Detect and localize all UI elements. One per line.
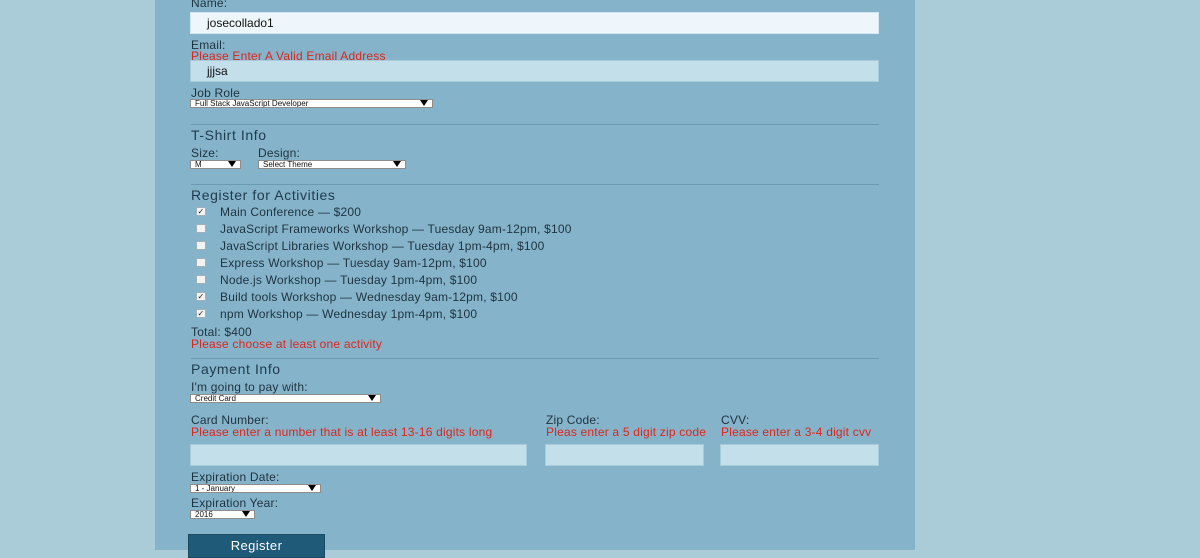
cvv-field[interactable] <box>720 444 879 466</box>
activities-error: Please choose at least one activity <box>191 337 383 351</box>
activity-item[interactable]: Node.js Workshop — Tuesday 1pm-4pm, $100 <box>191 273 477 287</box>
chevron-down-icon <box>393 161 401 167</box>
divider <box>191 184 879 185</box>
activity-item[interactable]: ✓ npm Workshop — Wednesday 1pm-4pm, $100 <box>191 307 477 321</box>
design-select[interactable]: Select Theme <box>258 160 406 169</box>
activities-section-title: Register for Activities <box>191 187 336 203</box>
activity-item[interactable]: JavaScript Frameworks Workshop — Tuesday… <box>191 222 572 236</box>
activity-label: npm Workshop — Wednesday 1pm-4pm, $100 <box>220 307 478 321</box>
chevron-down-icon <box>368 395 376 401</box>
activity-checkbox[interactable] <box>196 241 206 251</box>
size-label: Size: <box>191 146 219 160</box>
activity-label: Node.js Workshop — Tuesday 1pm-4pm, $100 <box>220 273 478 287</box>
size-selected: M <box>195 160 202 169</box>
registration-form: Name: josecollado1 Email: Please Enter A… <box>155 0 915 558</box>
chevron-down-icon <box>242 511 250 517</box>
activity-item[interactable]: ✓ Main Conference — $200 <box>191 205 361 219</box>
chevron-down-icon <box>308 485 316 491</box>
payment-section-title: Payment Info <box>191 361 281 377</box>
pay-with-label: I'm going to pay with: <box>191 380 308 394</box>
name-label: Name: <box>191 0 228 10</box>
name-field[interactable]: josecollado1 <box>190 12 879 34</box>
tshirt-section-title: T-Shirt Info <box>191 127 267 143</box>
activity-checkbox[interactable]: ✓ <box>196 292 206 302</box>
payment-method-selected: Credit Card <box>195 394 236 403</box>
activity-label: JavaScript Libraries Workshop — Tuesday … <box>220 239 545 253</box>
expiration-date-label: Expiration Date: <box>191 470 280 484</box>
job-role-selected: Full Stack JavaScript Developer <box>195 99 309 108</box>
divider <box>191 124 879 125</box>
payment-method-select[interactable]: Credit Card <box>190 394 381 403</box>
expiration-month-selected: 1 - January <box>195 484 236 493</box>
job-role-select[interactable]: Full Stack JavaScript Developer <box>190 99 433 108</box>
expiration-month-select[interactable]: 1 - January <box>190 484 321 493</box>
activity-label: Express Workshop — Tuesday 9am-12pm, $10… <box>220 256 487 270</box>
activity-checkbox[interactable]: ✓ <box>196 309 206 319</box>
activity-item[interactable]: Express Workshop — Tuesday 9am-12pm, $10… <box>191 256 487 270</box>
expiration-year-label: Expiration Year: <box>191 496 279 510</box>
chevron-down-icon <box>228 161 236 167</box>
activity-checkbox[interactable]: ✓ <box>196 207 206 217</box>
design-label: Design: <box>258 146 301 160</box>
activity-checkbox[interactable] <box>196 224 206 234</box>
zip-code-field[interactable] <box>545 444 704 466</box>
activity-checkbox[interactable] <box>196 275 206 285</box>
cvv-error: Please enter a 3-4 digit cvv <box>721 425 872 439</box>
activity-label: Main Conference — $200 <box>220 205 362 219</box>
expiration-year-selected: 2016 <box>195 510 213 519</box>
chevron-down-icon <box>420 100 428 106</box>
activity-checkbox[interactable] <box>196 258 206 268</box>
register-button[interactable]: Register <box>188 534 325 558</box>
card-number-field[interactable] <box>190 444 527 466</box>
activity-label: JavaScript Frameworks Workshop — Tuesday… <box>220 222 572 236</box>
activity-item[interactable]: JavaScript Libraries Workshop — Tuesday … <box>191 239 545 253</box>
design-selected: Select Theme <box>263 160 313 169</box>
email-field[interactable]: jjjsa <box>190 60 879 82</box>
activity-label: Build tools Workshop — Wednesday 9am-12p… <box>220 290 518 304</box>
activity-item[interactable]: ✓ Build tools Workshop — Wednesday 9am-12… <box>191 290 518 304</box>
expiration-year-select[interactable]: 2016 <box>190 510 255 519</box>
divider <box>191 358 879 359</box>
size-select[interactable]: M <box>190 160 241 169</box>
zip-code-error: Pleas enter a 5 digit zip code <box>546 425 707 439</box>
card-number-error: Please enter a number that is at least 1… <box>191 425 493 439</box>
